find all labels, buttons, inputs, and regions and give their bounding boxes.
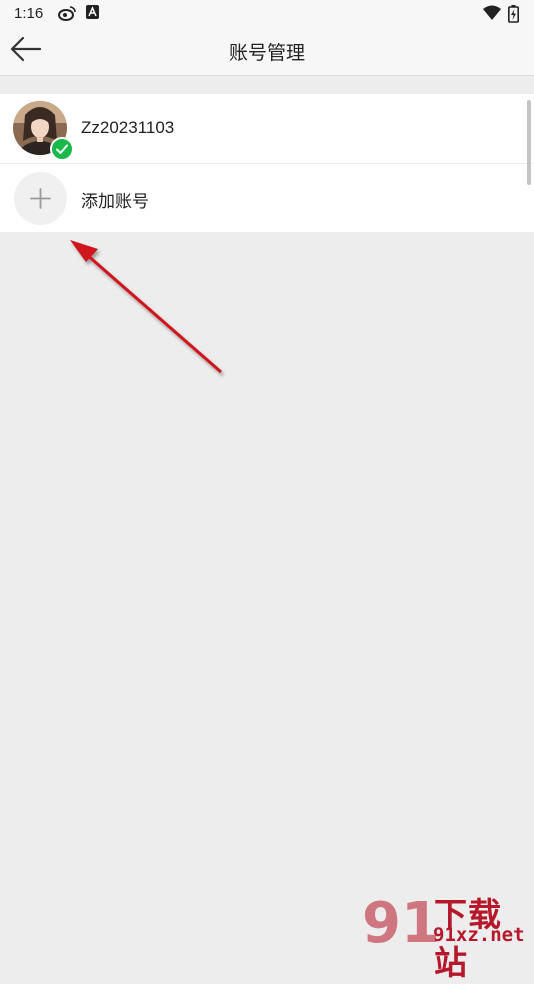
plus-icon <box>14 172 67 225</box>
wifi-icon <box>483 5 501 25</box>
battery-charging-icon <box>508 5 519 28</box>
account-username: Zz20231103 <box>81 118 175 137</box>
account-row[interactable]: Zz20231103 <box>0 94 534 163</box>
active-check-icon <box>50 137 74 161</box>
add-account-row[interactable]: 添加账号 <box>0 163 534 232</box>
weibo-icon <box>58 5 76 26</box>
nav-bar: 账号管理 <box>0 28 534 76</box>
status-bar: 1:16 <box>0 0 534 28</box>
watermark-url: 91xz.net <box>433 924 525 946</box>
page-title: 账号管理 <box>228 43 305 64</box>
svg-text:91: 91 <box>362 891 440 948</box>
scrollbar[interactable] <box>527 100 531 185</box>
add-account-label: 添加账号 <box>81 192 149 211</box>
status-time: 1:16 <box>14 5 44 22</box>
account-list: Zz20231103 添加账号 <box>0 94 534 232</box>
a-icon <box>86 5 99 24</box>
